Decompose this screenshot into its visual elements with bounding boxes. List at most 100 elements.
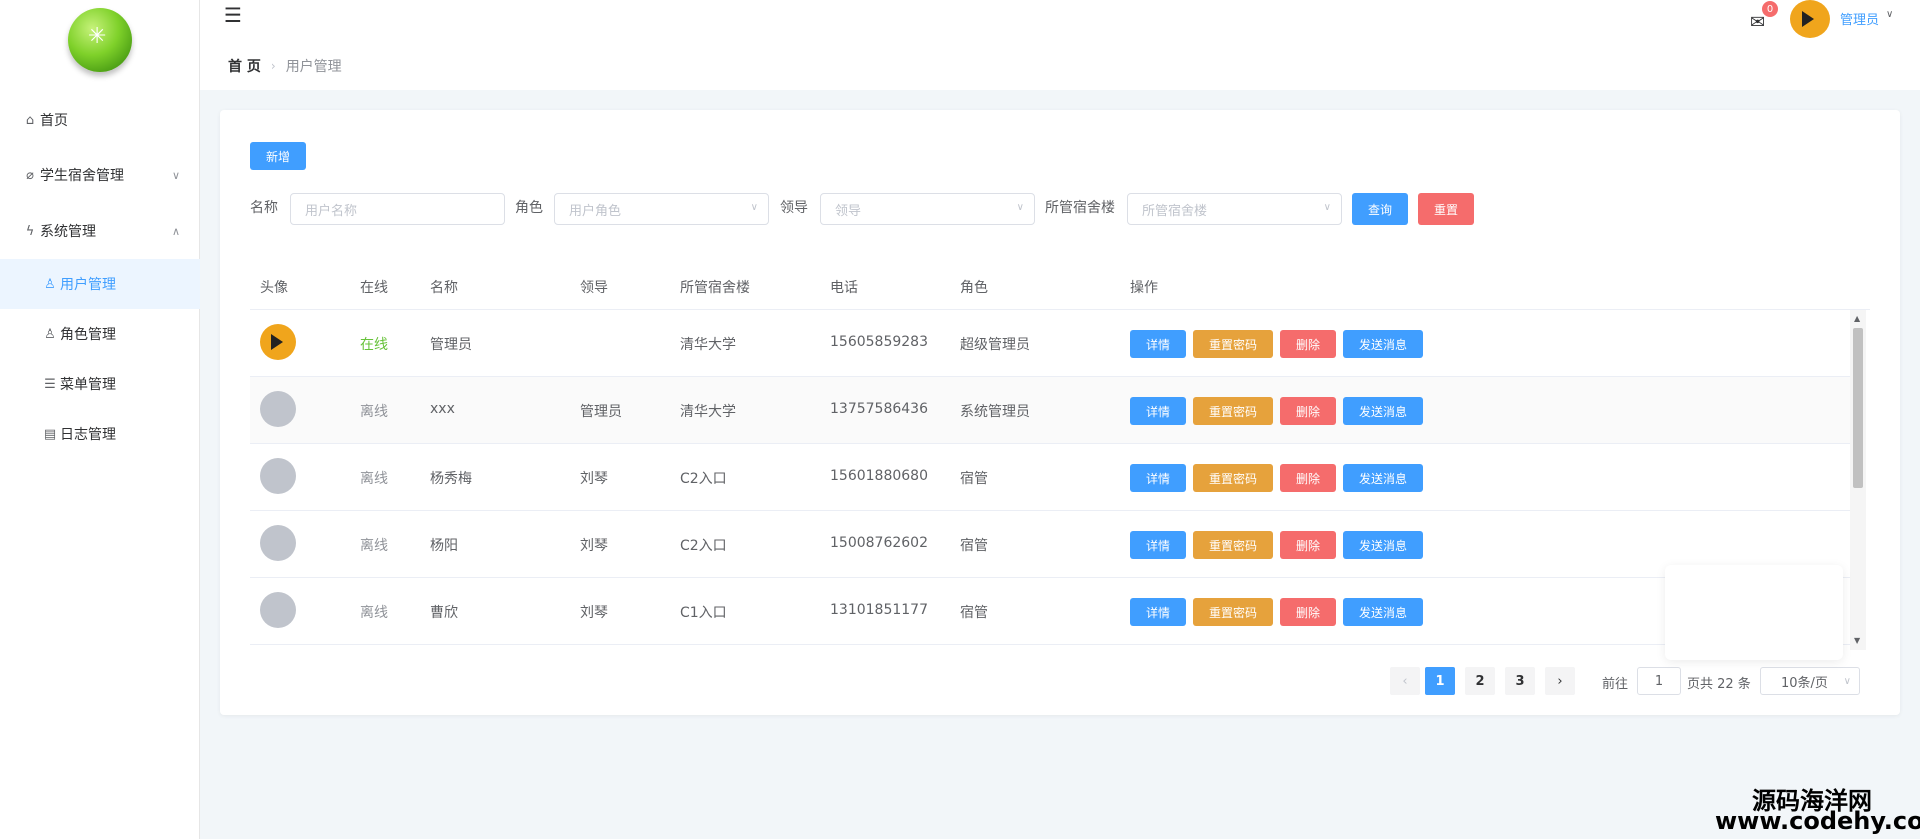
column-header: 领导 xyxy=(580,280,608,296)
column-header: 操作 xyxy=(1130,280,1158,296)
avatar xyxy=(260,592,296,628)
detail-button[interactable]: 详情 xyxy=(1130,598,1186,626)
dorm-cell: C2入口 xyxy=(680,538,727,554)
phone-cell: 15601880680 xyxy=(830,468,928,484)
name-filter-placeholder: 用户名称 xyxy=(305,203,358,219)
sidebar-item-menu-management[interactable]: ☰ 菜单管理 xyxy=(0,359,200,409)
leader-cell: 管理员 xyxy=(580,404,622,420)
leader-filter-label: 领导 xyxy=(780,200,808,216)
reset-button[interactable]: 重置 xyxy=(1418,193,1474,225)
leader-cell: 刘琴 xyxy=(580,605,608,621)
column-header: 所管宿舍楼 xyxy=(680,280,750,296)
breadcrumb-home[interactable]: 首 页 xyxy=(228,56,261,76)
chevron-down-icon: ∨ xyxy=(1016,202,1024,213)
leader-cell: 刘琴 xyxy=(580,471,608,487)
sidebar-item-label: 学生宿舍管理 xyxy=(40,168,124,184)
send-message-button[interactable]: 发送消息 xyxy=(1343,598,1423,626)
mail-badge: 0 xyxy=(1762,1,1778,17)
top-header: ☰ 首 页 › 用户管理 ✉ 0 管理员 ∨ xyxy=(200,0,1920,90)
sidebar-item-label: 角色管理 xyxy=(60,327,116,343)
goto-page-input[interactable]: 1 xyxy=(1637,667,1681,695)
reset-password-button[interactable]: 重置密码 xyxy=(1193,531,1273,559)
send-message-button[interactable]: 发送消息 xyxy=(1343,531,1423,559)
table-body: 在线 管理员 清华大学 15605859283 超级管理员 详情 重置密码 删除… xyxy=(250,310,1870,650)
home-icon: ⌂ xyxy=(25,112,35,128)
detail-button[interactable]: 详情 xyxy=(1130,464,1186,492)
watermark-line2: www.codehy.com xyxy=(1715,807,1920,835)
reset-password-button[interactable]: 重置密码 xyxy=(1193,397,1273,425)
sidebar: ✳ ⌂ 首页 ⌀ 学生宿舍管理 ∨ ϟ 系统管理 ∧ ♙ 用户管理 ♙ 角色管理… xyxy=(0,0,200,839)
send-message-button[interactable]: 发送消息 xyxy=(1343,464,1423,492)
user-name[interactable]: 管理员 xyxy=(1840,9,1879,28)
dorm-cell: 清华大学 xyxy=(680,337,736,353)
role-cell: 宿管 xyxy=(960,605,988,621)
avatar[interactable] xyxy=(1790,0,1830,38)
sidebar-item-label: 菜单管理 xyxy=(60,377,116,393)
online-status: 离线 xyxy=(360,471,388,487)
chevron-down-icon: ∨ xyxy=(1843,675,1851,687)
detail-button[interactable]: 详情 xyxy=(1130,397,1186,425)
detail-button[interactable]: 详情 xyxy=(1130,330,1186,358)
chevron-down-icon[interactable]: ∨ xyxy=(1886,9,1893,20)
logo-mark-icon: ✳ xyxy=(88,24,107,49)
role-filter-select[interactable]: 用户角色 ∨ xyxy=(554,193,769,225)
scroll-thumb[interactable] xyxy=(1853,328,1863,488)
dorm-filter-select[interactable]: 所管宿舍楼 ∨ xyxy=(1127,193,1342,225)
avatar xyxy=(260,324,296,360)
send-message-button[interactable]: 发送消息 xyxy=(1343,330,1423,358)
hamburger-menu-icon[interactable]: ☰ xyxy=(224,5,242,25)
dorm-cell: C1入口 xyxy=(680,605,727,621)
table-header: 头像 在线 名称 领导 所管宿舍楼 电话 角色 操作 xyxy=(250,260,1870,310)
table-icon: ▤ xyxy=(43,426,57,442)
delete-button[interactable]: 删除 xyxy=(1280,397,1336,425)
online-status: 离线 xyxy=(360,605,388,621)
page-size-select[interactable]: 10条/页 ∨ xyxy=(1760,667,1860,695)
page-button-1[interactable]: 1 xyxy=(1425,667,1455,695)
user-name-cell: xxx xyxy=(430,401,455,417)
sidebar-item-system-management[interactable]: ϟ 系统管理 ∧ xyxy=(0,206,200,256)
scroll-up-icon[interactable]: ▲ xyxy=(1854,314,1860,323)
dorm-filter-label: 所管宿舍楼 xyxy=(1045,200,1115,216)
table-row: 离线 曹欣 刘琴 C1入口 13101851177 宿管 详情 重置密码 删除 … xyxy=(250,578,1850,645)
user-group-icon: ♙ xyxy=(44,326,56,342)
sidebar-item-label: 用户管理 xyxy=(60,277,116,293)
sidebar-item-log-management[interactable]: ▤ 日志管理 xyxy=(0,409,200,459)
avatar xyxy=(260,525,296,561)
reset-password-button[interactable]: 重置密码 xyxy=(1193,330,1273,358)
detail-button[interactable]: 详情 xyxy=(1130,531,1186,559)
column-header: 电话 xyxy=(830,280,858,296)
page-button-2[interactable]: 2 xyxy=(1465,667,1495,695)
sidebar-item-user-management[interactable]: ♙ 用户管理 xyxy=(0,259,200,309)
user-name-cell: 管理员 xyxy=(430,337,472,353)
chevron-up-icon: ∧ xyxy=(171,224,180,238)
delete-button[interactable]: 删除 xyxy=(1280,330,1336,358)
breadcrumb: 首 页 › 用户管理 xyxy=(228,56,342,76)
user-name-cell: 杨阳 xyxy=(430,538,458,554)
prev-page-button[interactable]: ‹ xyxy=(1390,667,1420,695)
send-message-button[interactable]: 发送消息 xyxy=(1343,397,1423,425)
user-name-cell: 杨秀梅 xyxy=(430,471,472,487)
delete-button[interactable]: 删除 xyxy=(1280,598,1336,626)
sidebar-item-dorm-management[interactable]: ⌀ 学生宿舍管理 ∨ xyxy=(0,150,200,200)
mail-icon[interactable]: ✉ xyxy=(1750,12,1765,33)
name-filter-label: 名称 xyxy=(250,200,278,216)
next-page-button[interactable]: › xyxy=(1545,667,1575,695)
scroll-down-icon[interactable]: ▼ xyxy=(1854,636,1860,645)
add-button[interactable]: 新增 xyxy=(250,142,306,170)
leader-filter-select[interactable]: 领导 ∨ xyxy=(820,193,1035,225)
search-button[interactable]: 查询 xyxy=(1352,193,1408,225)
delete-button[interactable]: 删除 xyxy=(1280,464,1336,492)
online-status: 在线 xyxy=(360,337,388,353)
role-cell: 系统管理员 xyxy=(960,404,1030,420)
lightning-icon: ϟ xyxy=(25,223,35,239)
delete-button[interactable]: 删除 xyxy=(1280,531,1336,559)
table-scrollbar[interactable]: ▲ ▼ xyxy=(1850,310,1866,650)
sidebar-item-home[interactable]: ⌂ 首页 xyxy=(0,95,200,145)
sidebar-item-role-management[interactable]: ♙ 角色管理 xyxy=(0,309,200,359)
reset-password-button[interactable]: 重置密码 xyxy=(1193,464,1273,492)
reset-password-button[interactable]: 重置密码 xyxy=(1193,598,1273,626)
name-filter-input[interactable]: 用户名称 xyxy=(290,193,505,225)
phone-cell: 15605859283 xyxy=(830,334,928,350)
page-button-3[interactable]: 3 xyxy=(1505,667,1535,695)
dorm-cell: C2入口 xyxy=(680,471,727,487)
